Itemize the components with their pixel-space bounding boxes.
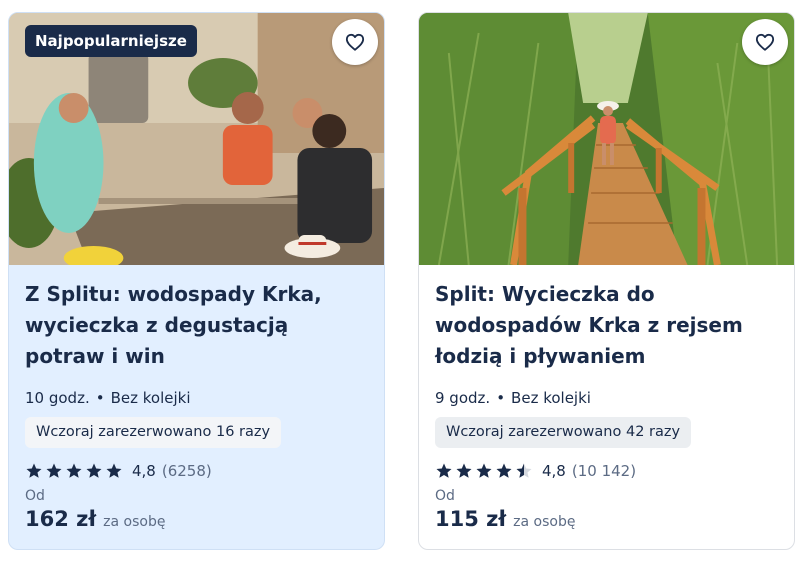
price-row: 162 zł za osobę <box>25 507 370 531</box>
price-row: 115 zł za osobę <box>435 507 780 531</box>
wishlist-button[interactable] <box>332 19 378 65</box>
activity-meta: 10 godz. • Bez kolejki <box>25 389 370 407</box>
star-icon <box>26 463 42 478</box>
feature: Bez kolejki <box>110 389 191 407</box>
activity-card-2[interactable]: Split: Wycieczka do wodospadów Krka z re… <box>418 12 795 550</box>
rating: 4,8 (6258) <box>25 462 370 480</box>
duration: 9 godz. <box>435 389 491 407</box>
star-rating <box>25 462 125 480</box>
activity-meta: 9 godz. • Bez kolejki <box>435 389 780 407</box>
activity-title[interactable]: Split: Wycieczka do wodospadów Krka z re… <box>435 279 780 372</box>
rating-score: 4,8 <box>132 462 156 480</box>
duration: 10 godz. <box>25 389 90 407</box>
star-icon <box>496 463 512 478</box>
wishlist-button[interactable] <box>742 19 788 65</box>
star-icon <box>436 463 452 478</box>
star-rating <box>435 462 535 480</box>
star-icon <box>516 463 532 478</box>
star-icon <box>66 463 82 478</box>
popular-badge: Najpopularniejsze <box>25 25 197 57</box>
heart-icon <box>345 33 365 51</box>
star-icon <box>106 463 122 478</box>
booked-badge: Wczoraj zarezerwowano 42 razy <box>435 417 692 448</box>
booked-badge: Wczoraj zarezerwowano 16 razy <box>25 417 282 448</box>
separator: • <box>95 389 105 407</box>
activity-image[interactable] <box>419 13 794 265</box>
star-icon <box>456 463 472 478</box>
heart-icon <box>755 33 775 51</box>
price-from-label: Od <box>25 488 45 504</box>
star-icon <box>46 463 62 478</box>
price-unit: za osobę <box>103 514 166 530</box>
separator: • <box>496 389 506 407</box>
price-from-label: Od <box>435 488 455 504</box>
price-unit: za osobę <box>513 514 576 530</box>
review-count: (10 142) <box>571 462 637 480</box>
rating: 4,8 (10 142) <box>435 462 780 480</box>
activity-title[interactable]: Z Splitu: wodospady Krka, wycieczka z de… <box>25 279 370 372</box>
review-count: (6258) <box>161 462 212 480</box>
price: 162 zł <box>25 507 97 531</box>
star-icon <box>476 463 492 478</box>
activity-card-1[interactable]: Najpopularniejsze Z Splitu: wodospady Kr… <box>8 12 385 550</box>
star-icon <box>86 463 102 478</box>
rating-score: 4,8 <box>542 462 566 480</box>
feature: Bez kolejki <box>511 389 591 407</box>
price: 115 zł <box>435 507 507 531</box>
